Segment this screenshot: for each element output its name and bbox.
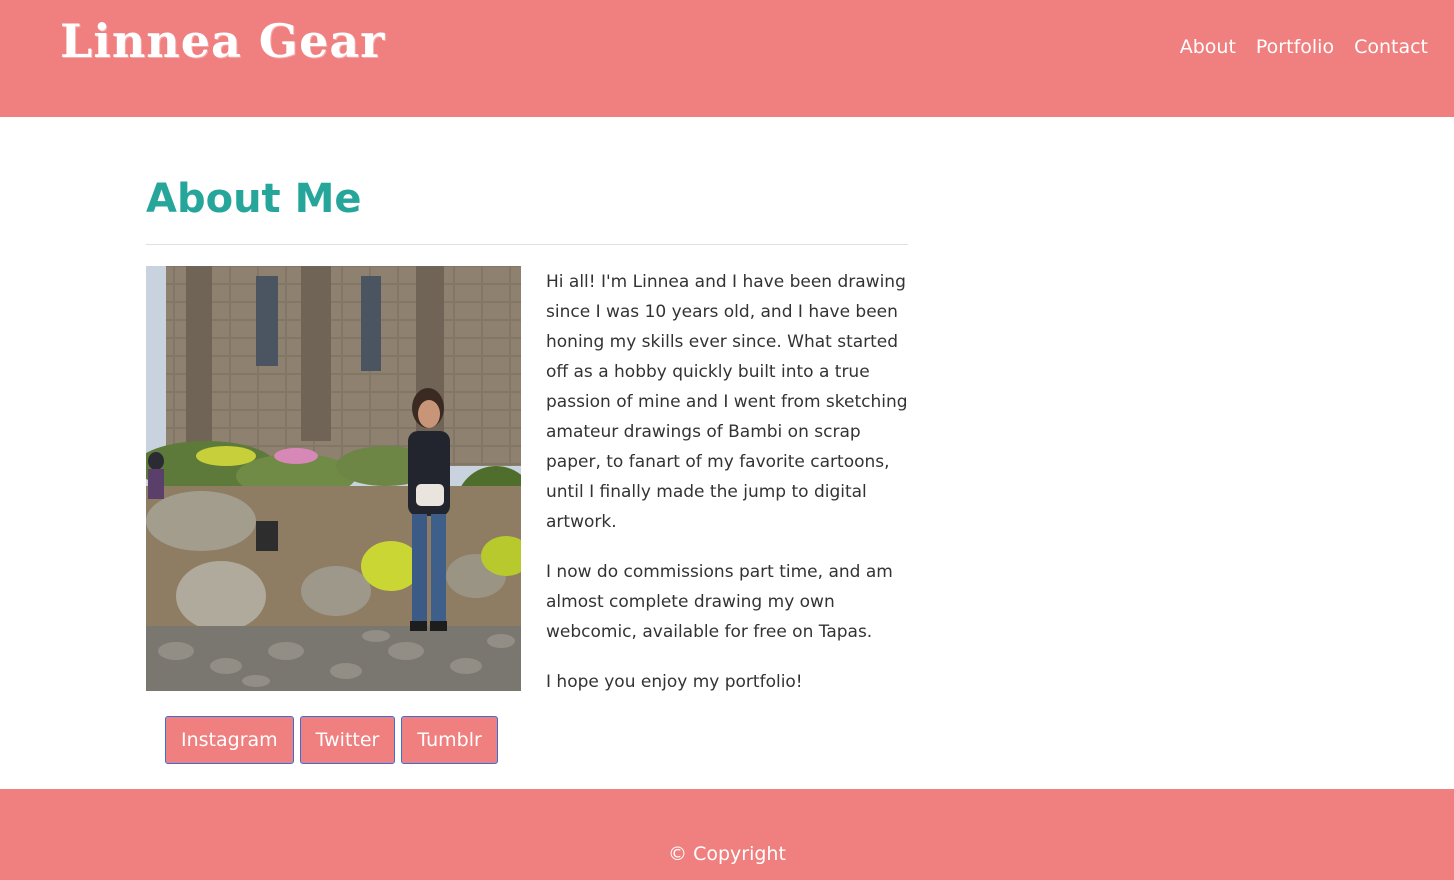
tumblr-button[interactable]: Tumblr [401,716,498,764]
instagram-button[interactable]: Instagram [165,716,294,764]
twitter-button[interactable]: Twitter [299,716,396,764]
main-nav: About Portfolio Contact [1180,36,1428,58]
page-title: About Me [146,176,362,222]
bio-paragraph: I now do commissions part time, and am a… [546,562,893,642]
social-links: Instagram Twitter Tumblr [165,716,498,764]
nav-portfolio-link[interactable]: Portfolio [1256,36,1334,58]
title-divider [146,244,908,245]
brand-logo[interactable]: Linnea Gear [60,14,385,68]
bio-paragraph: I hope you enjoy my portfolio! [546,672,803,692]
site-footer: © Copyright [0,789,1454,880]
nav-contact-link[interactable]: Contact [1354,36,1428,58]
bio-section: Hi all! I'm Linnea and I have been drawi… [546,267,908,717]
copyright-text: © Copyright [668,843,786,865]
bio-paragraph: Hi all! I'm Linnea and I have been drawi… [546,272,908,532]
site-header: Linnea Gear About Portfolio Contact [0,0,1454,117]
profile-photo [146,266,521,691]
nav-about-link[interactable]: About [1180,36,1236,58]
